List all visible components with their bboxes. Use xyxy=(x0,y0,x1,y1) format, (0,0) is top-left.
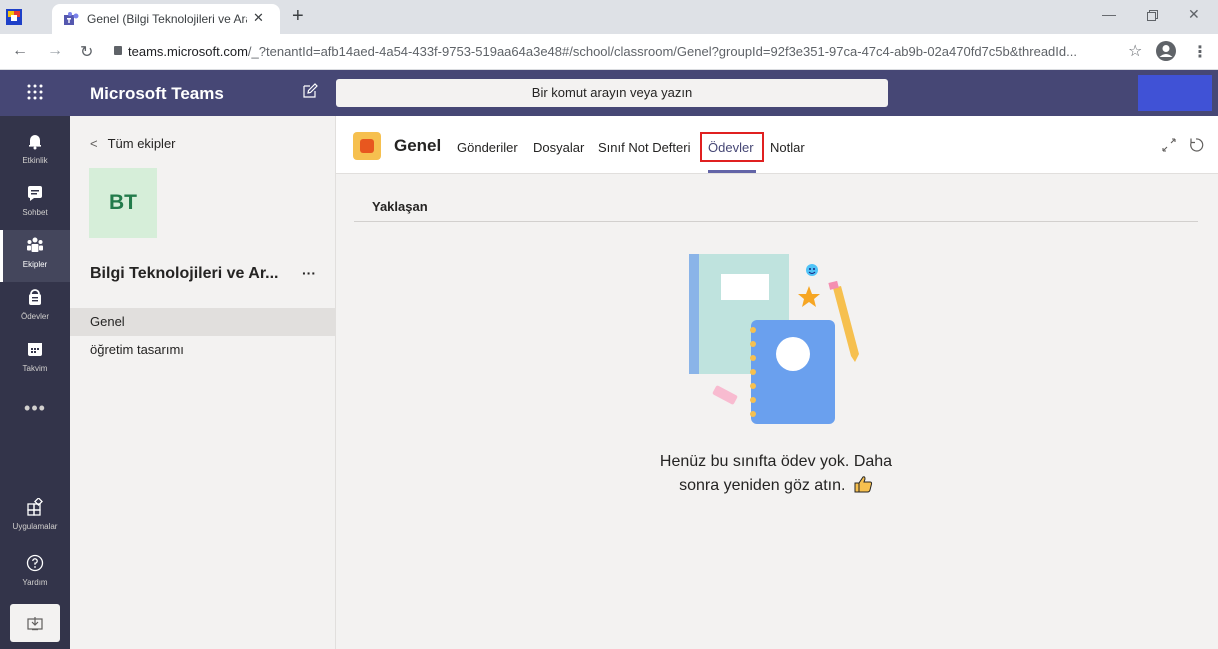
compose-icon[interactable] xyxy=(302,83,318,99)
back-icon[interactable]: ← xyxy=(12,42,28,60)
reload-icon[interactable]: ↻ xyxy=(80,42,93,62)
expand-icon[interactable] xyxy=(1162,138,1176,152)
channel-title: Genel xyxy=(394,136,442,155)
more-apps-icon[interactable]: ••• xyxy=(0,398,70,419)
app-launcher-icon[interactable] xyxy=(26,83,44,101)
minimize-icon[interactable]: — xyxy=(1102,6,1116,22)
tab-close-icon[interactable]: ✕ xyxy=(253,10,264,26)
teams-header: Microsoft Teams Bir komut arayın veya ya… xyxy=(0,70,1218,116)
forward-icon[interactable]: → xyxy=(47,42,63,60)
empty-state-illustration xyxy=(689,254,859,424)
tab-posts[interactable]: Gönderiler xyxy=(457,140,518,155)
all-teams-link[interactable]: < Tüm ekipler xyxy=(90,136,176,151)
section-divider xyxy=(354,221,1198,222)
tab-grades[interactable]: Notlar xyxy=(770,140,805,155)
rail-item-apps[interactable]: Uygulamalar xyxy=(0,492,70,544)
assignments-icon xyxy=(29,289,41,305)
chat-icon xyxy=(28,186,42,201)
thumbs-up-icon xyxy=(854,476,872,493)
rail-label: Yardım xyxy=(22,578,48,587)
profile-icon[interactable] xyxy=(1155,40,1177,62)
close-window-icon[interactable]: ✕ xyxy=(1188,6,1200,23)
rail-label: Uygulamalar xyxy=(12,522,58,531)
empty-state-message: Henüz bu sınıfta ödev yok. Daha sonra ye… xyxy=(626,450,926,498)
rail-label: Ekipler xyxy=(22,260,48,269)
main-content: Genel Gönderiler Dosyalar Sınıf Not Deft… xyxy=(336,116,1218,649)
refresh-icon[interactable] xyxy=(1188,137,1204,153)
rail-label: Takvim xyxy=(22,364,48,373)
empty-state-line-2-text: sonra yeniden göz atın. xyxy=(679,477,846,494)
browser-tab[interactable]: Genel (Bilgi Teknolojileri ve Araçl ✕ xyxy=(52,4,280,34)
browser-tabstrip: Genel (Bilgi Teknolojileri ve Araçl ✕ + … xyxy=(0,0,1218,34)
browser-menu-icon[interactable]: ⋮ xyxy=(1192,42,1208,62)
channel-item-genel[interactable]: Genel xyxy=(70,308,335,336)
team-name[interactable]: Bilgi Teknolojileri ve Ar... xyxy=(90,265,279,283)
channel-tabbar: Genel Gönderiler Dosyalar Sınıf Not Deft… xyxy=(336,116,1218,174)
rail-item-activity[interactable]: Etkinlik xyxy=(0,126,70,178)
channel-item-ogretim-tasarimi[interactable]: öğretim tasarımı xyxy=(70,336,335,364)
tab-class-notebook[interactable]: Sınıf Not Defteri xyxy=(598,140,690,155)
all-teams-label: Tüm ekipler xyxy=(107,136,176,151)
download-app-button[interactable] xyxy=(10,604,60,642)
active-tab-indicator xyxy=(708,170,756,173)
tab-files[interactable]: Dosyalar xyxy=(533,140,584,155)
app-title: Microsoft Teams xyxy=(90,84,224,103)
download-icon xyxy=(27,617,43,631)
rail-label: Sohbet xyxy=(22,208,48,217)
team-more-options-icon[interactable]: ··· xyxy=(302,265,316,281)
rail-item-help[interactable]: Yardım xyxy=(0,548,70,600)
bell-icon xyxy=(29,135,41,150)
restore-icon[interactable] xyxy=(1147,10,1158,21)
teams-favicon-icon xyxy=(64,12,79,25)
team-avatar: BT xyxy=(89,168,157,238)
rail-label: Etkinlik xyxy=(22,156,48,165)
team-panel: < Tüm ekipler BT Bilgi Teknolojileri ve A… xyxy=(70,116,336,649)
rail-label: Ödevler xyxy=(20,312,49,321)
tab-title: Genel (Bilgi Teknolojileri ve Araçl xyxy=(87,12,247,26)
star-icon[interactable]: ☆ xyxy=(1128,41,1142,61)
url-text[interactable]: teams.microsoft.com/_?tenantId=afb14aed-… xyxy=(128,44,1108,59)
teams-icon xyxy=(27,237,43,252)
app-rail: Etkinlik Sohbet Ekipler Ödevler Takvim •… xyxy=(0,116,70,649)
command-search-input[interactable]: Bir komut arayın veya yazın xyxy=(336,79,888,107)
rail-item-chat[interactable]: Sohbet xyxy=(0,178,70,230)
empty-state-line-2: sonra yeniden göz atın. xyxy=(626,474,926,498)
empty-state-line-1: Henüz bu sınıfta ödev yok. Daha xyxy=(659,453,893,470)
tab-highlight-box xyxy=(700,132,764,162)
calendar-icon xyxy=(28,343,42,356)
channel-icon xyxy=(353,132,381,160)
upcoming-section-title: Yaklaşan xyxy=(372,199,428,214)
apps-icon xyxy=(27,498,43,516)
user-avatar[interactable] xyxy=(1138,75,1212,111)
help-icon xyxy=(26,554,44,572)
new-tab-button[interactable]: + xyxy=(292,5,304,28)
browser-toolbar: ← → ↻ teams.microsoft.com/_?tenantId=afb… xyxy=(0,34,1218,70)
rail-item-teams[interactable]: Ekipler xyxy=(0,230,70,282)
app-logo-icon xyxy=(6,9,22,25)
chevron-left-icon: < xyxy=(90,136,98,151)
rail-item-assignments[interactable]: Ödevler xyxy=(0,282,70,334)
address-bar[interactable]: teams.microsoft.com/_?tenantId=afb14aed-… xyxy=(108,39,1148,65)
rail-item-calendar[interactable]: Takvim xyxy=(0,334,70,386)
lock-icon xyxy=(114,46,122,55)
